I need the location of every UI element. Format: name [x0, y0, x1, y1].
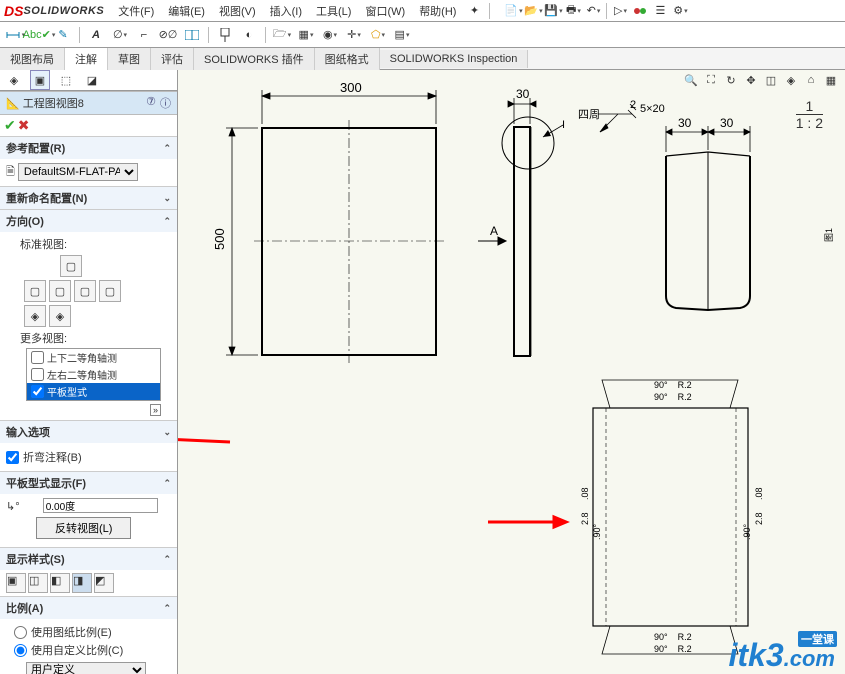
hidden-removed-icon[interactable]: ◧	[50, 573, 70, 593]
help-icon[interactable]: ✦	[464, 1, 484, 21]
undo-icon[interactable]: ↶▾	[583, 1, 603, 21]
hidden-visible-icon[interactable]: ◫	[28, 573, 48, 593]
print-icon[interactable]: 🖶▾	[563, 1, 583, 21]
surface-finish-icon[interactable]: 🗁▾	[271, 24, 293, 46]
view-checkbox[interactable]	[31, 385, 44, 398]
app-logo: DS SOLIDWORKS	[4, 3, 104, 19]
view-iso[interactable]: ◈	[24, 305, 46, 327]
annotation-arrows	[178, 70, 845, 674]
section-orientation[interactable]: 方向(O)⌃	[0, 209, 177, 232]
display-tab[interactable]: ◪	[82, 70, 102, 90]
tab-addins[interactable]: SOLIDWORKS 插件	[194, 48, 315, 70]
more-views-list[interactable]: 上下二等角轴测 左右二等角轴测 平板型式	[26, 348, 161, 401]
pm-title: 工程图视图8	[23, 98, 84, 110]
menu-tools[interactable]: 工具(L)	[310, 1, 357, 21]
select-icon[interactable]: ▷▾	[610, 1, 630, 21]
menu-help[interactable]: 帮助(H)	[413, 1, 462, 21]
feature-tree-tab[interactable]: ◈	[4, 70, 24, 90]
wireframe-icon[interactable]: ▣	[6, 573, 26, 593]
bend-notes-checkbox[interactable]: 折弯注释(B)	[6, 447, 171, 467]
weld-symbol-icon[interactable]: ⌐	[133, 24, 155, 46]
tab-sketch[interactable]: 草图	[108, 48, 151, 70]
app-name: SOLIDWORKS	[23, 5, 104, 17]
save-icon[interactable]: 💾▾	[543, 1, 563, 21]
menu-bar: DS SOLIDWORKS 文件(F) 编辑(E) 视图(V) 插入(I) 工具…	[0, 0, 845, 22]
tab-inspection[interactable]: SOLIDWORKS Inspection	[380, 50, 529, 68]
balloon-icon[interactable]: ◉▾	[319, 24, 341, 46]
section-rename-config[interactable]: 重新命名配置(N)⌄	[0, 186, 177, 209]
cancel-button[interactable]: ✖	[18, 117, 30, 134]
hole-callout-icon[interactable]: ⊘∅	[157, 24, 179, 46]
tab-evaluate[interactable]: 评估	[151, 48, 194, 70]
more-views-label: 更多视图:	[20, 330, 171, 346]
section-flat-display[interactable]: 平板型式显示(F)⌃	[0, 471, 177, 494]
settings-icon[interactable]: ⚙▾	[670, 1, 690, 21]
panel-tabs: ◈ ▣ ⬚ ◪	[0, 70, 177, 91]
angle-icon: ↳°	[6, 501, 20, 513]
revision-icon[interactable]: ⬠▾	[367, 24, 389, 46]
config-icon: 🗎	[6, 166, 15, 178]
tables-icon[interactable]: ▤▾	[391, 24, 413, 46]
menu-window[interactable]: 窗口(W)	[359, 1, 411, 21]
property-tab[interactable]: ▣	[30, 70, 50, 90]
help-icon[interactable]: ⓘ	[160, 95, 171, 111]
view-back[interactable]: ▢	[99, 280, 121, 302]
shaded-edges-icon[interactable]: ◨	[72, 573, 92, 593]
view-left[interactable]: ▢	[74, 280, 96, 302]
format-painter-icon[interactable]: ✎	[52, 24, 74, 46]
list-item[interactable]: 上下二等角轴测	[27, 349, 160, 366]
tab-sheetformat[interactable]: 图纸格式	[315, 48, 380, 70]
shaded-icon[interactable]: ◩	[94, 573, 114, 593]
tab-layout[interactable]: 视图布局	[0, 48, 65, 70]
use-custom-scale-radio[interactable]: 使用自定义比例(C)	[6, 641, 171, 659]
config-tab[interactable]: ⬚	[56, 70, 76, 90]
view-checkbox[interactable]	[31, 351, 44, 364]
view-dimetric[interactable]: ◈	[49, 305, 71, 327]
workspace: ◈ ▣ ⬚ ◪ 📐 工程图视图8 ⑦ⓘ ✔ ✖ 参考配置(R)⌃ 🗎 Defau…	[0, 70, 845, 674]
menu-insert[interactable]: 插入(I)	[264, 1, 308, 21]
open-icon[interactable]: 📂▾	[523, 1, 543, 21]
angle-input[interactable]	[43, 498, 158, 513]
datum-target-icon[interactable]: ◐	[238, 24, 260, 46]
gtol-icon[interactable]	[181, 24, 203, 46]
traffic-icon[interactable]	[630, 1, 650, 21]
section-display-style[interactable]: 显示样式(S)⌃	[0, 547, 177, 570]
spellcheck-icon[interactable]: Abc✔▾	[28, 24, 50, 46]
view-top[interactable]: ▢	[24, 280, 46, 302]
section-scale[interactable]: 比例(A)⌃	[0, 596, 177, 619]
flip-view-button[interactable]: 反转视图(L)	[36, 517, 131, 539]
datum-icon[interactable]	[214, 24, 236, 46]
pin-icon[interactable]: ⑦	[146, 95, 156, 111]
linear-pattern-icon[interactable]: ∅▾	[109, 24, 131, 46]
menu-edit[interactable]: 编辑(E)	[162, 1, 211, 21]
list-item-selected[interactable]: 平板型式	[27, 383, 160, 400]
list-icon[interactable]: ☰	[650, 1, 670, 21]
ribbon-tabs: 视图布局 注解 草图 评估 SOLIDWORKS 插件 图纸格式 SOLIDWO…	[0, 48, 845, 70]
section-import-options[interactable]: 输入选项⌄	[0, 420, 177, 443]
section-ref-config[interactable]: 参考配置(R)⌃	[0, 136, 177, 159]
ok-button[interactable]: ✔	[4, 117, 16, 134]
new-icon[interactable]: 📄▾	[503, 1, 523, 21]
view-right[interactable]: ▢	[49, 280, 71, 302]
use-sheet-scale-radio[interactable]: 使用图纸比例(E)	[6, 623, 171, 641]
list-item[interactable]: 左右二等角轴测	[27, 366, 160, 383]
menu-view[interactable]: 视图(V)	[213, 1, 262, 21]
property-manager: ◈ ▣ ⬚ ◪ 📐 工程图视图8 ⑦ⓘ ✔ ✖ 参考配置(R)⌃ 🗎 Defau…	[0, 70, 178, 674]
list-expand-icon[interactable]: »	[150, 404, 161, 416]
pm-title-bar: 📐 工程图视图8 ⑦ⓘ	[0, 91, 177, 115]
scale-type-select[interactable]: 用户定义	[26, 662, 146, 674]
centermark-icon[interactable]: ✛▾	[343, 24, 365, 46]
config-select[interactable]: DefaultSM-FLAT-PATTERN	[18, 163, 138, 181]
view-checkbox[interactable]	[31, 368, 44, 381]
menu-file[interactable]: 文件(F)	[112, 1, 160, 21]
std-views-label: 标准视图:	[20, 236, 171, 252]
tab-annotate[interactable]: 注解	[65, 48, 108, 71]
drawing-canvas[interactable]: 🔍 ⛶ ↻ ✥ ◫ ◈ ⌂ ▦ 1 1 : 2	[178, 70, 845, 674]
command-toolbar: ▾ Abc✔▾ ✎ A ∅▾ ⌐ ⊘∅ ◐ 🗁▾ ▦▾ ◉▾ ✛▾ ⬠▾ ▤▾	[0, 22, 845, 48]
pattern-icon[interactable]: ▦▾	[295, 24, 317, 46]
view-front[interactable]: ▢	[60, 255, 82, 277]
note-icon[interactable]: A	[85, 24, 107, 46]
logo-ds-icon: DS	[4, 3, 23, 19]
